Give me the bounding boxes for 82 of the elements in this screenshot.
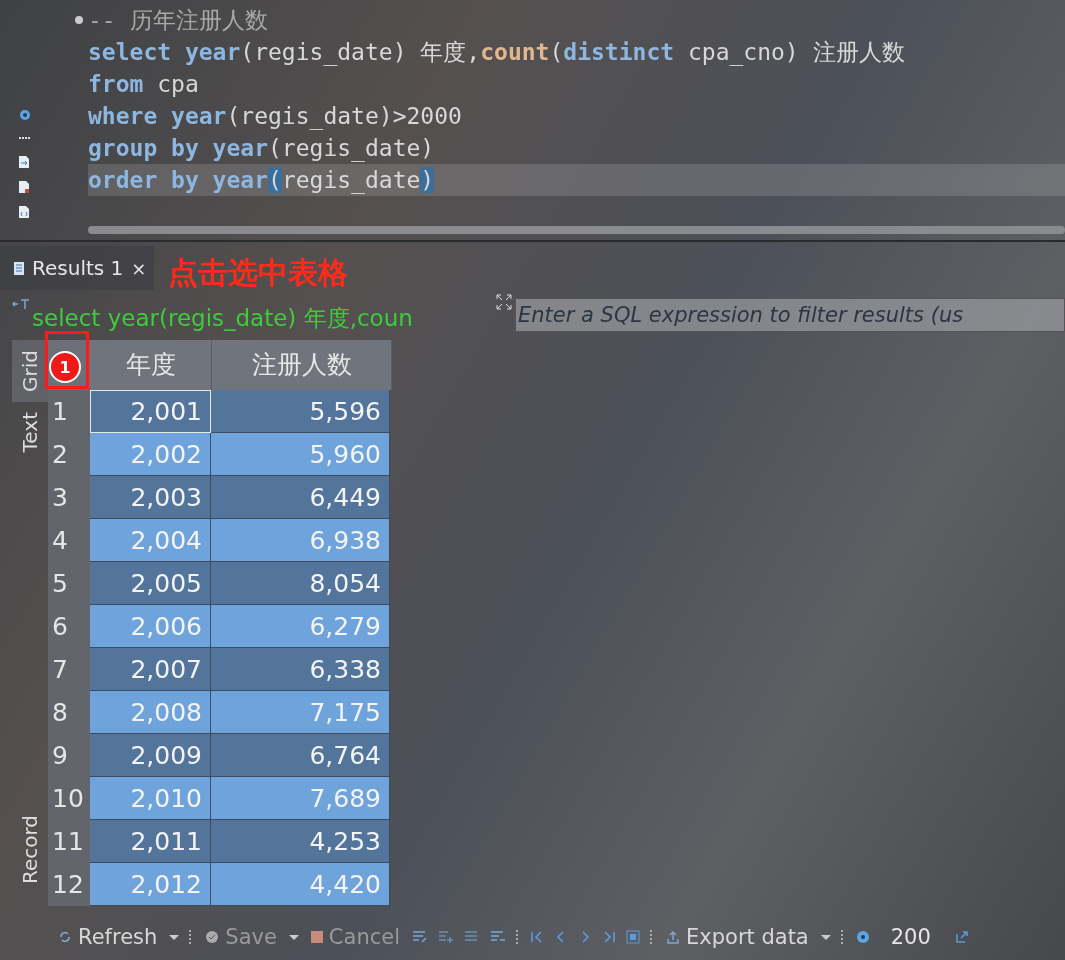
table-cell: 6,449 <box>211 476 390 519</box>
row-number: 7 <box>48 648 90 691</box>
add-row-icon[interactable] <box>438 930 454 944</box>
table-cell: 2,002 <box>90 433 211 476</box>
file-code-icon[interactable] <box>18 205 30 219</box>
gear-icon[interactable] <box>18 108 32 122</box>
row-number: 2 <box>48 433 90 476</box>
copy-row-icon[interactable] <box>464 930 480 944</box>
column-header[interactable]: 年度 <box>90 340 212 390</box>
caret-icon[interactable] <box>820 934 831 940</box>
query-label: select year(regis_date) 年度,coun <box>32 304 413 333</box>
check-icon <box>205 930 220 944</box>
table-cell: 2,011 <box>90 820 211 863</box>
table-cell: 5,596 <box>211 390 390 433</box>
view-tab[interactable]: Grid <box>12 340 48 402</box>
row-number: 9 <box>48 734 90 777</box>
first-page-icon[interactable] <box>530 930 544 944</box>
table-cell: 7,175 <box>211 691 390 734</box>
table-cell: 2,003 <box>90 476 211 519</box>
caret-icon[interactable] <box>169 934 180 940</box>
results-tab[interactable]: Results 1 × <box>0 246 155 290</box>
table-cell: 5,960 <box>211 433 390 476</box>
row-number: 8 <box>48 691 90 734</box>
square-icon <box>310 931 323 943</box>
table-cell: 2,006 <box>90 605 211 648</box>
file-arrow-icon[interactable] <box>18 155 30 169</box>
table-cell: 6,279 <box>211 605 390 648</box>
caret-icon[interactable] <box>288 934 299 940</box>
table-cell: 6,938 <box>211 519 390 562</box>
fold-icon[interactable] <box>74 15 84 25</box>
table-cell: 8,054 <box>211 562 390 605</box>
refresh-icon <box>58 930 72 944</box>
annotation-text: 点击选中表格 <box>168 256 348 290</box>
table-icon <box>14 261 24 275</box>
table-cell: 6,338 <box>211 648 390 691</box>
table-cell: 6,764 <box>211 734 390 777</box>
row-number: 12 <box>48 863 90 906</box>
row-number: 3 <box>48 476 90 519</box>
last-page-icon[interactable] <box>602 930 616 944</box>
filter-input[interactable]: Enter a SQL expression to filter results (us <box>515 298 1065 332</box>
column-header[interactable]: 注册人数 <box>212 340 392 390</box>
export-button[interactable]: Export data <box>664 925 811 949</box>
table-cell: 2,009 <box>90 734 211 777</box>
view-tab[interactable]: Text <box>12 402 48 463</box>
edit-lines-icon[interactable] <box>412 930 428 944</box>
scrollbar[interactable] <box>88 226 1065 234</box>
gear-icon[interactable] <box>854 929 871 945</box>
annotation-frame <box>45 331 89 389</box>
table-cell: 2,005 <box>90 562 211 605</box>
refresh-button[interactable]: Refresh <box>56 925 160 949</box>
code-line: select year(regis_date) 年度,count(distinct cpa_cno) 注册人数 <box>88 38 906 68</box>
row-number: 5 <box>48 562 90 605</box>
fetch-all-icon[interactable] <box>626 930 640 944</box>
table-cell: 2,008 <box>90 691 211 734</box>
upload-icon <box>666 930 680 944</box>
code-line: group by year(regis_date) <box>88 134 436 164</box>
file-icon[interactable] <box>18 180 30 194</box>
table-cell: 2,007 <box>90 648 211 691</box>
table-cell: 4,253 <box>211 820 390 863</box>
close-icon[interactable]: × <box>131 257 147 279</box>
row-number: 1 <box>48 390 90 433</box>
dots-icon <box>18 136 32 140</box>
expand-icon[interactable] <box>496 294 512 310</box>
row-number: 4 <box>48 519 90 562</box>
table-cell: 2,001 <box>90 390 211 433</box>
code-comment: -- 历年注册人数 <box>88 6 268 35</box>
table-cell: 2,012 <box>90 863 211 906</box>
table-cell: 7,689 <box>211 777 390 820</box>
table-cell: 4,420 <box>211 863 390 906</box>
code-line: from cpa <box>88 70 200 99</box>
code-line: where year(regis_date)>2000 <box>88 102 463 132</box>
row-number: 10 <box>48 777 90 820</box>
delete-row-icon[interactable] <box>490 930 506 944</box>
fetch-size[interactable]: 200 <box>890 925 931 949</box>
table-cell: 2,010 <box>90 777 211 820</box>
text-filter-icon[interactable] <box>12 298 30 310</box>
view-tab[interactable]: Record <box>12 804 48 894</box>
tab-label: Results 1 <box>32 256 124 280</box>
export-icon[interactable] <box>954 930 969 944</box>
row-number: 11 <box>48 820 90 863</box>
row-number: 6 <box>48 605 90 648</box>
table-cell: 2,004 <box>90 519 211 562</box>
